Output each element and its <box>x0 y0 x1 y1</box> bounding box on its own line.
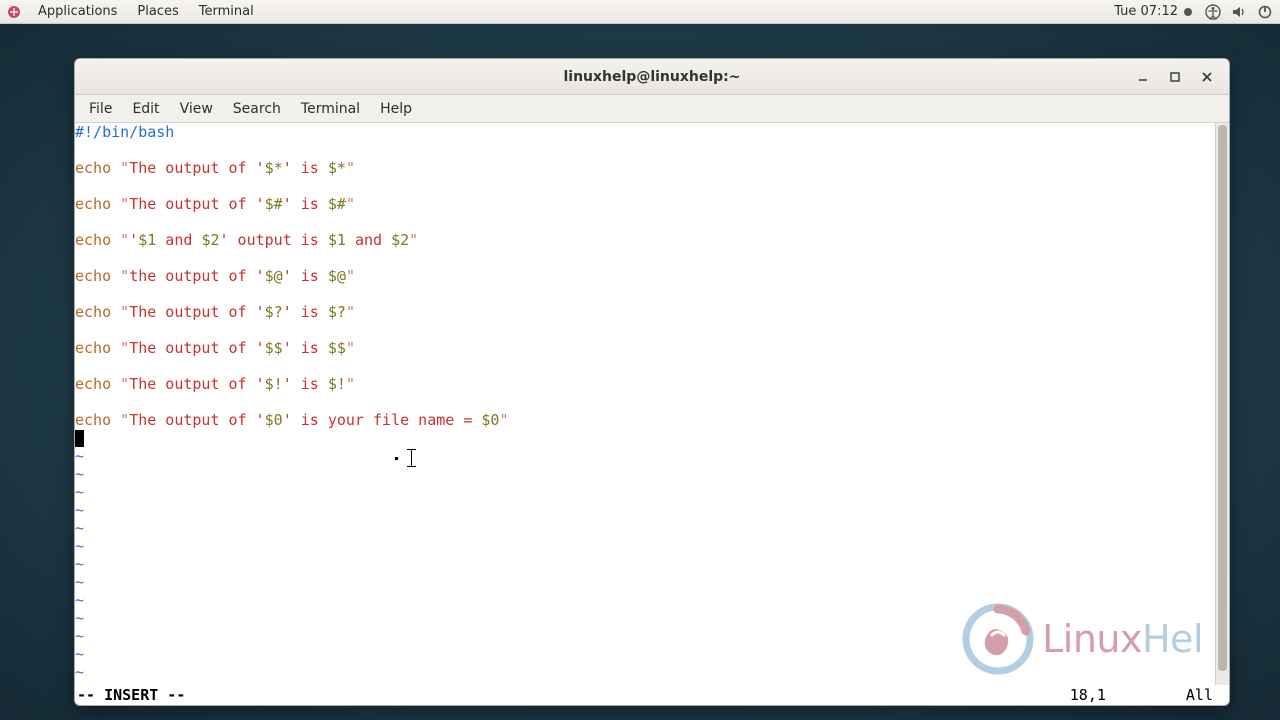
code-line: echo "'$1 and $2' output is $1 and $2" <box>75 231 1215 249</box>
block-cursor <box>75 430 84 447</box>
menu-terminal-m[interactable]: Terminal <box>291 101 370 117</box>
code-line <box>75 141 1215 159</box>
window-controls <box>1127 59 1223 94</box>
clock-text: Tue 07:12 <box>1114 4 1178 19</box>
terminal-window: linuxhelp@linuxhelp:~ File Edit View Sea… <box>74 58 1230 706</box>
code-line: ~ <box>75 483 1215 501</box>
code-line: echo "The output of '$!' is $!" <box>75 375 1215 393</box>
code-line: ~ <box>75 501 1215 519</box>
menu-view[interactable]: View <box>170 101 223 117</box>
code-line: ~ <box>75 573 1215 591</box>
titlebar[interactable]: linuxhelp@linuxhelp:~ <box>75 59 1229 95</box>
activities-icon[interactable] <box>6 4 22 20</box>
accessibility-icon[interactable] <box>1204 3 1222 21</box>
code-line: #!/bin/bash <box>75 123 1215 141</box>
close-button[interactable] <box>1191 62 1223 92</box>
power-icon[interactable] <box>1256 3 1274 21</box>
vim-status-line: -- INSERT -- 18,1 All <box>75 685 1229 705</box>
pointer-dot <box>395 457 398 460</box>
desktop-top-panel: Applications Places Terminal Tue 07:12 <box>0 0 1280 24</box>
maximize-button[interactable] <box>1159 62 1191 92</box>
code-line <box>75 249 1215 267</box>
window-title: linuxhelp@linuxhelp:~ <box>75 69 1229 85</box>
vim-cursor-position: 18,1 <box>1070 686 1186 704</box>
menu-file[interactable]: File <box>79 101 122 117</box>
menu-edit[interactable]: Edit <box>122 101 169 117</box>
vim-mode: -- INSERT -- <box>77 686 185 704</box>
scrollbar[interactable] <box>1215 123 1229 685</box>
code-line: ~ <box>75 663 1215 681</box>
code-line: ~ <box>75 555 1215 573</box>
code-line <box>75 285 1215 303</box>
code-line: ~ <box>75 627 1215 645</box>
code-line: ~ <box>75 447 1215 465</box>
text-cursor-icon <box>411 449 412 467</box>
code-line: echo "The output of '$*' is $*" <box>75 159 1215 177</box>
code-line: ~ <box>75 519 1215 537</box>
menu-terminal[interactable]: Terminal <box>189 4 264 19</box>
code-line: ~ <box>75 591 1215 609</box>
code-line: echo "The output of '$0' is your file na… <box>75 411 1215 429</box>
menu-places[interactable]: Places <box>127 4 188 19</box>
code-line <box>75 357 1215 375</box>
scrollbar-thumb[interactable] <box>1218 125 1227 671</box>
code-line: echo "The output of '$?' is $?" <box>75 303 1215 321</box>
menu-search[interactable]: Search <box>223 101 291 117</box>
code-line <box>75 393 1215 411</box>
vim-scope: All <box>1186 686 1227 704</box>
menu-applications[interactable]: Applications <box>28 4 127 19</box>
panel-right: Tue 07:12 <box>1110 3 1274 21</box>
panel-left: Applications Places Terminal <box>6 4 264 20</box>
code-line: ~ <box>75 537 1215 555</box>
code-line: echo "the output of '$@' is $@" <box>75 267 1215 285</box>
code-line: echo "The output of '$#' is $#" <box>75 195 1215 213</box>
code-line: ~ <box>75 645 1215 663</box>
code-line <box>75 321 1215 339</box>
code-line <box>75 429 1215 447</box>
clock[interactable]: Tue 07:12 <box>1110 4 1196 19</box>
menu-help[interactable]: Help <box>370 101 422 117</box>
code-line: ~ <box>75 465 1215 483</box>
code-line: echo "The output of '$$' is $$" <box>75 339 1215 357</box>
minimize-button[interactable] <box>1127 62 1159 92</box>
clock-dot-icon <box>1184 8 1192 16</box>
code-line <box>75 177 1215 195</box>
menubar: File Edit View Search Terminal Help <box>75 95 1229 123</box>
editor-area[interactable]: #!/bin/bash echo "The output of '$*' is $… <box>75 123 1215 685</box>
code-line <box>75 213 1215 231</box>
volume-icon[interactable] <box>1230 3 1248 21</box>
code-line: ~ <box>75 609 1215 627</box>
terminal-body: #!/bin/bash echo "The output of '$*' is $… <box>75 123 1229 685</box>
